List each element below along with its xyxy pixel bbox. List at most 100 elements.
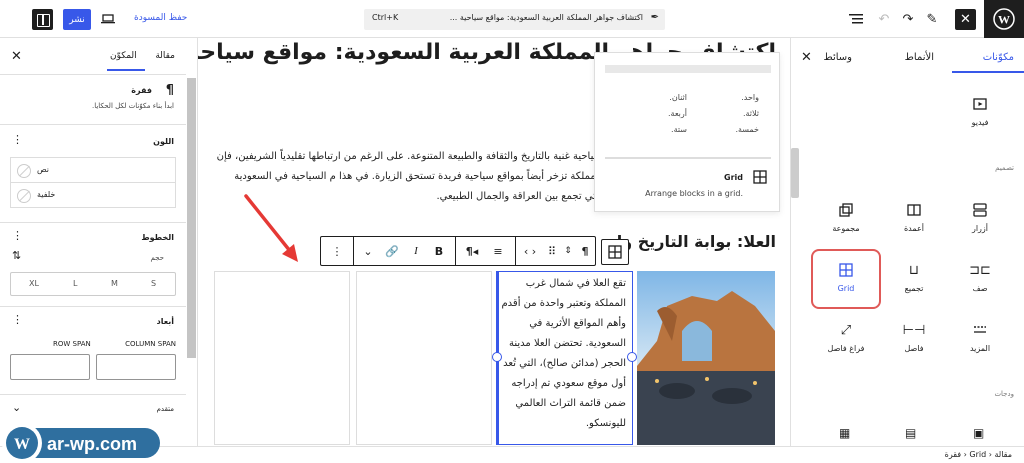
svg-text:ar-wp.com: ar-wp.com: [47, 434, 137, 454]
block-name: فقرة: [131, 86, 152, 95]
sidebar-scrollbar[interactable]: [187, 78, 196, 358]
wordpress-logo-button[interactable]: W: [984, 0, 1024, 38]
tab-patterns[interactable]: الأنماط: [905, 52, 934, 63]
grid-highlight-annotation: [811, 249, 881, 309]
align-text-icon[interactable]: ≡: [487, 237, 509, 265]
block-stack[interactable]: ⊔ تجميع: [883, 262, 945, 294]
close-sidebar-icon[interactable]: ✕: [11, 49, 22, 64]
group-icon: [838, 202, 854, 218]
settings-sidebar-toggle[interactable]: [32, 9, 53, 30]
block-separator[interactable]: ⊢⊣ فاصل: [883, 322, 945, 354]
grid-icon: [608, 245, 622, 259]
calendar-icon[interactable]: ▤: [905, 426, 916, 440]
background-color-row[interactable]: خلفية: [10, 182, 176, 208]
preview-cell: ستة.: [671, 125, 687, 134]
tab-media[interactable]: وسائط: [823, 52, 852, 63]
archive-icon[interactable]: ▣: [973, 426, 984, 440]
column-span-label: COLUMN SPAN: [125, 340, 176, 348]
preview-cell: خمسة.: [735, 125, 759, 134]
preview-cell: ثلاثة.: [742, 109, 759, 118]
font-size-picker[interactable]: S M L XL: [10, 272, 176, 296]
undo-icon[interactable]: ↶: [874, 9, 894, 29]
bold-button[interactable]: B: [429, 237, 449, 265]
tab-blocks[interactable]: مكوّنات: [983, 52, 1014, 63]
redo-icon[interactable]: ↷: [898, 9, 918, 29]
typography-options-icon[interactable]: ⋮: [12, 229, 23, 242]
move-arrows-icon[interactable]: ‹ ›: [519, 237, 541, 265]
grid-parent-button[interactable]: [601, 239, 629, 265]
block-video[interactable]: فيديو: [949, 96, 1011, 127]
spacer-icon: ⤢: [840, 322, 852, 338]
color-panel: اللون ⋮ نص خلفية: [0, 124, 186, 210]
block-buttons[interactable]: أزرار: [949, 202, 1011, 233]
advanced-label: متقدم: [156, 405, 174, 413]
text-direction-icon[interactable]: ¶◂: [461, 237, 483, 265]
crumb-post[interactable]: مقالة: [995, 450, 1013, 459]
document-overview-icon[interactable]: [846, 9, 866, 29]
column-span-input[interactable]: [96, 354, 176, 380]
video-icon: [972, 96, 988, 112]
section-heading[interactable]: العلا: بوابة التاريخ وا: [617, 232, 776, 251]
command-palette-bar[interactable]: Ctrl+K اكتشاف جواهر المملكة العربية السع…: [364, 9, 665, 30]
block-spacer[interactable]: ⤢ فراغ فاصل: [815, 322, 877, 354]
block-group[interactable]: مجموعة: [815, 202, 877, 233]
grid-cell-empty[interactable]: [214, 271, 350, 445]
preview-cell: اثنان.: [669, 93, 687, 102]
typography-heading: الخطوط: [141, 233, 174, 242]
italic-button[interactable]: I: [407, 237, 425, 265]
resize-handle-left[interactable]: [492, 352, 502, 362]
text-color-row[interactable]: نص: [10, 157, 176, 183]
dimensions-options-icon[interactable]: ⋮: [12, 313, 23, 326]
size-m[interactable]: M: [111, 279, 118, 288]
preview-cell: أربعة.: [667, 109, 687, 118]
crumb-paragraph[interactable]: فقرة: [945, 450, 961, 459]
block-more[interactable]: المزيد: [949, 322, 1011, 353]
custom-size-icon[interactable]: ⇅: [12, 249, 21, 262]
publish-button[interactable]: نشر: [63, 9, 91, 30]
category-design: تصميم: [995, 164, 1014, 172]
block-row[interactable]: ⊐⊏ صف: [949, 262, 1011, 294]
grid-cell-empty[interactable]: [356, 271, 492, 445]
wordpress-icon: W: [993, 8, 1015, 30]
block-label: صف: [972, 284, 988, 293]
tab-post[interactable]: مقالة: [155, 51, 175, 61]
close-icon[interactable]: ✕: [801, 50, 812, 65]
save-draft-button[interactable]: حفظ المسودة: [134, 13, 187, 23]
grid-block-preview: واحد. اثنان. ثلاثة. أربعة. خمسة. ستة. Gr…: [594, 52, 780, 212]
size-xl[interactable]: XL: [29, 279, 39, 288]
top-toolbar: W ✕ ✎ ↷ ↶ Ctrl+K اكتشاف جواهر المملكة ال…: [0, 0, 1024, 38]
drag-handle-icon[interactable]: ⠿: [545, 237, 559, 265]
move-up-down-icon[interactable]: ⇕: [561, 237, 575, 265]
row-span-input[interactable]: [10, 354, 90, 380]
resize-handle-right[interactable]: [627, 352, 637, 362]
chevron-down-icon: ⌄: [12, 401, 22, 414]
block-columns[interactable]: أعمدة: [883, 202, 945, 233]
pen-tool-icon[interactable]: ✎: [922, 9, 942, 29]
link-icon[interactable]: 🔗: [381, 237, 403, 265]
color-heading: اللون: [153, 137, 174, 146]
block-toolbar: ⋮ ⌄ 🔗 I B ¶◂ ≡ ‹ › ⠿ ⇕ ¶: [320, 236, 596, 266]
more-options-icon[interactable]: ⋮: [327, 237, 347, 265]
preview-device-icon[interactable]: [98, 9, 118, 29]
size-s[interactable]: S: [151, 279, 156, 288]
stack-icon: ⊔: [908, 262, 920, 278]
crumb-grid[interactable]: Grid: [969, 450, 986, 459]
widget-grid-icon[interactable]: ▦: [839, 426, 850, 440]
grid-cell-paragraph[interactable]: تقع العلا في شمال غرب المملكة وتعتبر واح…: [496, 271, 633, 445]
column-paragraph[interactable]: تقع العلا في شمال غرب المملكة وتعتبر واح…: [498, 274, 626, 434]
paragraph-block-icon: ¶: [165, 83, 174, 98]
row-span-label: ROW SPAN: [53, 340, 91, 348]
annotation-arrow: [244, 194, 298, 262]
inserter-scrollbar[interactable]: [791, 148, 799, 198]
block-label: فيديو: [971, 118, 989, 127]
paragraph-block-icon[interactable]: ¶: [575, 237, 595, 265]
row-icon: ⊐⊏: [969, 262, 991, 278]
size-l[interactable]: L: [73, 279, 77, 288]
close-inserter-button[interactable]: ✕: [955, 9, 976, 30]
empty-swatch-icon: [17, 189, 31, 203]
command-shortcut: Ctrl+K: [372, 13, 399, 22]
tab-block[interactable]: المكوّن: [110, 51, 137, 61]
alula-image[interactable]: [637, 271, 775, 445]
color-options-icon[interactable]: ⋮: [12, 133, 23, 146]
chevron-down-icon[interactable]: ⌄: [359, 237, 377, 265]
